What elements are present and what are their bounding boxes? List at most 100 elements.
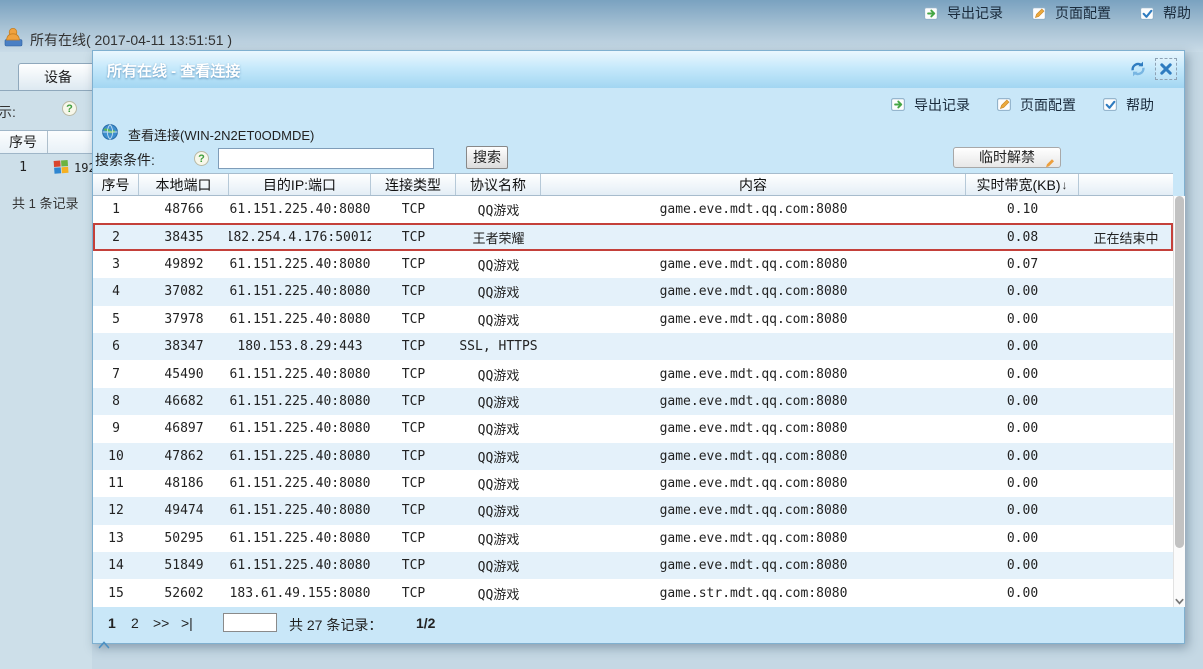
connection-row-8[interactable]: 8 46682 61.151.225.40:8080 TCP QQ游戏 game.eve.… [93, 387, 1173, 416]
record-count-label: 共 27 条记录： [289, 617, 383, 633]
help-label: 帮助 [1163, 5, 1191, 21]
connection-row-3[interactable]: 3 49892 61.151.225.40:8080 TCP QQ游戏 game.eve.… [93, 250, 1173, 279]
search-input[interactable] [218, 148, 434, 169]
cell-bandwidth_kb: 0.00 [1006, 311, 1039, 327]
cell-protocol: SSL, HTTPS [459, 339, 538, 355]
column-header-1[interactable]: 本地端口 [139, 174, 229, 195]
cell-content: game.eve.mdt.qq.com:8080 [659, 448, 848, 464]
cell-conn_type: TCP [401, 393, 426, 409]
cell-bandwidth_kb: 0.00 [1006, 421, 1039, 437]
cell-local_port: 37082 [164, 284, 204, 300]
connection-row-6[interactable]: 6 38347 180.153.8.29:443 TCP SSL, HTTPS 0.00 [93, 332, 1173, 361]
cell-status [1079, 388, 1173, 415]
table-scrollbar[interactable] [1173, 196, 1185, 607]
cell-no: 10 [108, 448, 124, 464]
next-page-button[interactable]: >> [153, 615, 169, 631]
cell-bandwidth_kb: 0.00 [1006, 366, 1039, 382]
connection-row-1[interactable]: 1 48766 61.151.225.40:8080 TCP QQ游戏 game.eve.… [93, 196, 1173, 224]
cell-status [1079, 333, 1173, 360]
connection-row-5[interactable]: 5 37978 61.151.225.40:8080 TCP QQ游戏 game.eve.… [93, 305, 1173, 333]
collapse-up-icon[interactable] [98, 636, 110, 649]
pagination: 1 2 >> >| 共 27 条记录： 1/2 [93, 611, 1173, 641]
cell-local_port: 47862 [164, 448, 204, 464]
connection-row-15[interactable]: 15 52602 183.61.49.155:8080 TCP QQ游戏 game.str… [93, 579, 1173, 607]
scroll-down-icon[interactable] [1174, 594, 1185, 606]
tab-divider [0, 90, 92, 91]
connection-row-12[interactable]: 12 49474 61.151.225.40:8080 TCP QQ游戏 game.eve… [93, 497, 1173, 525]
cell-dest_ip_port: 61.151.225.40:8080 [229, 366, 371, 382]
device-row-index: 1 [19, 160, 27, 175]
cell-conn_type: TCP [401, 339, 426, 355]
column-header-2[interactable]: 目的IP:端口 [229, 174, 371, 195]
cell-no: 12 [108, 503, 124, 519]
cell-content: game.eve.mdt.qq.com:8080 [659, 530, 848, 546]
connection-row-7[interactable]: 7 45490 61.151.225.40:8080 TCP QQ游戏 game.eve.… [93, 360, 1173, 388]
search-criteria-label: 搜索条件: [95, 152, 155, 168]
cell-conn_type: TCP [401, 229, 426, 245]
help-tooltip-icon[interactable]: ? [62, 101, 77, 116]
export-label: 导出记录 [914, 96, 970, 113]
column-header-6[interactable]: 实时带宽(KB) ↓ [966, 174, 1079, 195]
connection-row-4[interactable]: 4 37082 61.151.225.40:8080 TCP QQ游戏 game.eve.… [93, 278, 1173, 306]
goto-page-input[interactable] [223, 613, 277, 632]
page-config-button[interactable]: 页面配置 [1031, 3, 1111, 23]
cell-status [1079, 579, 1173, 606]
export-button[interactable]: 导出记录 [890, 95, 970, 115]
help-button[interactable]: 帮助 [1139, 3, 1191, 23]
cell-conn_type: TCP [401, 256, 426, 272]
cell-status [1079, 497, 1173, 524]
column-header-no: 序号 [9, 134, 37, 150]
connection-row-9[interactable]: 9 46897 61.151.225.40:8080 TCP QQ游戏 game.eve.… [93, 415, 1173, 443]
connection-row-11[interactable]: 11 48186 61.151.225.40:8080 TCP QQ游戏 game.eve… [93, 469, 1173, 498]
cell-bandwidth_kb: 0.00 [1006, 558, 1039, 574]
search-button[interactable]: 搜索 [466, 146, 508, 169]
cell-no: 7 [112, 366, 120, 382]
cell-bandwidth_kb: 0.10 [1006, 202, 1039, 218]
cell-conn_type: TCP [401, 476, 426, 492]
cell-protocol: QQ游戏 [477, 313, 520, 329]
column-header-4[interactable]: 协议名称 [456, 174, 541, 195]
column-header-0[interactable]: 序号 [93, 174, 139, 195]
cell-dest_ip_port: 61.151.225.40:8080 [229, 448, 371, 464]
cell-content: game.eve.mdt.qq.com:8080 [659, 476, 848, 492]
cell-protocol: QQ游戏 [477, 560, 520, 576]
cell-content: game.eve.mdt.qq.com:8080 [659, 558, 848, 574]
cell-local_port: 50295 [164, 530, 204, 546]
background-table-header: 序号 [0, 130, 92, 154]
cell-bandwidth_kb: 0.08 [1006, 229, 1039, 245]
column-header-7[interactable] [1079, 174, 1173, 195]
connection-row-14[interactable]: 14 51849 61.151.225.40:8080 TCP QQ游戏 game.eve… [93, 552, 1173, 580]
cell-no: 8 [112, 393, 120, 409]
close-icon[interactable] [1155, 58, 1177, 80]
export-button[interactable]: 导出记录 [923, 3, 1003, 23]
tab-device[interactable]: 设备 [18, 63, 92, 90]
temporary-unban-button[interactable]: 临时解禁 [953, 147, 1061, 168]
cell-status [1079, 196, 1173, 223]
search-help-icon[interactable]: ? [194, 151, 209, 166]
cell-protocol: QQ游戏 [477, 587, 520, 603]
cell-dest_ip_port: 183.61.49.155:8080 [229, 585, 371, 601]
help-button[interactable]: 帮助 [1102, 95, 1154, 115]
connection-row-10[interactable]: 10 47862 61.151.225.40:8080 TCP QQ游戏 game.eve… [93, 442, 1173, 470]
cell-conn_type: TCP [401, 558, 426, 574]
page-2-link[interactable]: 2 [131, 615, 139, 631]
connection-row-2[interactable]: 2 38435 182.254.4.176:50012 TCP 王者荣耀 0.08 正在结束… [93, 223, 1173, 251]
cell-local_port: 45490 [164, 366, 204, 382]
page-config-button[interactable]: 页面配置 [996, 95, 1076, 115]
column-header-3[interactable]: 连接类型 [371, 174, 456, 195]
dialog-title: 所有在线 - 查看连接 [107, 63, 241, 80]
sort-desc-icon: ↓ [1061, 177, 1068, 192]
page-1-link[interactable]: 1 [108, 615, 116, 631]
cell-content: game.eve.mdt.qq.com:8080 [659, 284, 848, 300]
page-config-label: 页面配置 [1055, 5, 1111, 21]
connection-row-13[interactable]: 13 50295 61.151.225.40:8080 TCP QQ游戏 game.eve… [93, 524, 1173, 553]
cell-dest_ip_port: 61.151.225.40:8080 [229, 503, 371, 519]
refresh-icon[interactable] [1128, 59, 1148, 79]
cell-dest_ip_port: 61.151.225.40:8080 [229, 202, 371, 218]
cell-protocol: QQ游戏 [477, 423, 520, 439]
last-page-button[interactable]: >| [181, 615, 193, 631]
connections-table-body: 1 48766 61.151.225.40:8080 TCP QQ游戏 game.eve.… [93, 196, 1173, 607]
column-header-5[interactable]: 内容 [541, 174, 966, 195]
scrollbar-thumb[interactable] [1175, 196, 1184, 548]
cell-content [541, 333, 966, 360]
